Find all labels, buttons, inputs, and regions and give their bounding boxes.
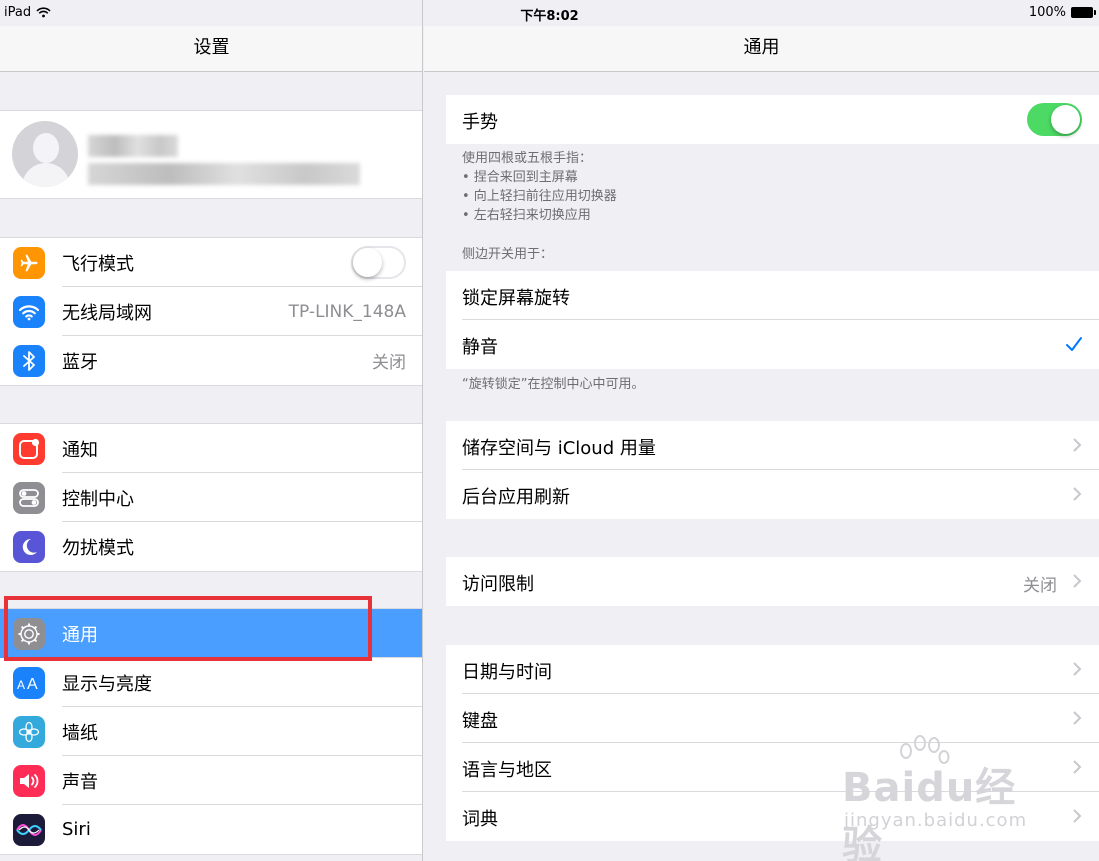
status-time: 下午8:02: [520, 9, 579, 24]
watermark-brand: Baidu经验: [842, 765, 1017, 861]
gesture-footer: 使用四根或五根手指： • 捏合来回到主屏幕 • 向上轻扫前往应用切换器 • 左右…: [462, 151, 617, 223]
chevron-right-icon: [1073, 809, 1082, 823]
sidebar-item-label: 勿扰模式: [62, 537, 134, 559]
sidebar-item-wallpaper[interactable]: 墙纸: [0, 707, 422, 756]
lock-rotation-option[interactable]: 锁定屏幕旋转: [446, 271, 1099, 320]
side-switch-header: 侧边开关用于：: [462, 247, 554, 262]
sidebar-item-label: 无线局域网: [62, 302, 152, 324]
wifi-icon: [13, 296, 45, 328]
profile-email-blurred: [88, 163, 360, 185]
status-bar: iPad 下午8:02 100%: [0, 0, 1099, 26]
chevron-right-icon: [1073, 711, 1082, 725]
airplane-mode-toggle[interactable]: [351, 246, 406, 279]
siri-icon: [13, 814, 45, 846]
gesture-row[interactable]: 手势: [446, 95, 1099, 144]
svg-text:A: A: [27, 676, 38, 693]
sidebar-item-label: 飞行模式: [62, 253, 134, 275]
sidebar-item-control-center[interactable]: 控制中心: [0, 473, 422, 522]
storage-icloud-usage-row[interactable]: 储存空间与 iCloud 用量: [446, 421, 1099, 470]
date-time-row[interactable]: 日期与时间: [446, 645, 1099, 694]
moon-icon: [13, 531, 45, 563]
restrictions-group: 访问限制 关闭: [446, 557, 1099, 606]
battery-percentage: 100%: [1028, 5, 1066, 20]
display-icon: AA: [13, 667, 45, 699]
notifications-group: 通知 控制中心 勿扰模式: [0, 423, 422, 572]
chevron-right-icon: [1073, 662, 1082, 676]
sound-icon: [13, 765, 45, 797]
avatar: [12, 121, 78, 187]
sidebar-item-label: 通知: [62, 439, 98, 461]
checkmark-icon: [1066, 337, 1082, 351]
sidebar-item-notifications[interactable]: 通知: [0, 424, 422, 473]
sidebar-item-label: Siri: [62, 819, 91, 840]
sidebar-item-wifi[interactable]: 无线局域网 TP-LINK_148A: [0, 287, 422, 336]
sidebar-item-label: 蓝牙: [62, 351, 98, 373]
sidebar-item-airplane-mode[interactable]: 飞行模式: [0, 238, 422, 287]
profile-name-blurred: [88, 135, 178, 157]
sidebar-item-siri[interactable]: Siri: [0, 805, 422, 854]
restrictions-row[interactable]: 访问限制 关闭: [446, 557, 1099, 606]
sidebar-item-display-brightness[interactable]: AA 显示与亮度: [0, 658, 422, 707]
baidu-watermark: Baidu经验 jingyan.baidu.com: [842, 735, 1042, 861]
keyboard-row[interactable]: 键盘: [446, 694, 1099, 743]
side-switch-footer: “旋转锁定”在控制中心中可用。: [462, 377, 645, 392]
background-app-refresh-row[interactable]: 后台应用刷新: [446, 470, 1099, 519]
sidebar-item-label: 声音: [62, 771, 98, 793]
gesture-toggle[interactable]: [1027, 103, 1082, 136]
wallpaper-icon: [13, 716, 45, 748]
apple-id-profile[interactable]: [0, 110, 422, 199]
sidebar-item-label: 墙纸: [62, 722, 98, 744]
highlight-annotation-box: [4, 596, 372, 661]
settings-sidebar: 设置 飞行模式 无线局域网 TP-LINK_148A 蓝牙 关闭 通知 控制中心…: [0, 0, 423, 861]
chevron-right-icon: [1073, 487, 1082, 501]
battery-icon: [1071, 7, 1096, 18]
control-center-icon: [13, 482, 45, 514]
mute-option[interactable]: 静音: [446, 320, 1099, 369]
storage-group: 储存空间与 iCloud 用量 后台应用刷新: [446, 421, 1099, 519]
chevron-right-icon: [1073, 574, 1082, 588]
restrictions-value: 关闭: [1023, 576, 1057, 596]
sidebar-item-label: 显示与亮度: [62, 673, 152, 695]
option-label: 静音: [462, 337, 498, 358]
bluetooth-status-value: 关闭: [372, 353, 406, 373]
notifications-icon: [13, 433, 45, 465]
bluetooth-icon: [13, 345, 45, 377]
chevron-right-icon: [1073, 438, 1082, 452]
svg-text:A: A: [17, 678, 25, 692]
side-switch-group: 锁定屏幕旋转 静音: [446, 271, 1099, 369]
sidebar-item-do-not-disturb[interactable]: 勿扰模式: [0, 522, 422, 571]
sidebar-item-bluetooth[interactable]: 蓝牙 关闭: [0, 336, 422, 385]
page-title: 通用: [424, 26, 1099, 72]
airplane-icon: [13, 247, 45, 279]
option-label: 锁定屏幕旋转: [462, 288, 570, 309]
sidebar-item-label: 控制中心: [62, 488, 134, 510]
gesture-group: 手势: [446, 95, 1099, 144]
general-detail-pane: 通用 手势 使用四根或五根手指： • 捏合来回到主屏幕 • 向上轻扫前往应用切换…: [424, 0, 1099, 861]
watermark-url: jingyan.baidu.com: [844, 810, 1028, 831]
chevron-right-icon: [1073, 760, 1082, 774]
connectivity-group: 飞行模式 无线局域网 TP-LINK_148A 蓝牙 关闭: [0, 237, 422, 386]
wifi-network-value: TP-LINK_148A: [288, 301, 406, 322]
sidebar-item-sounds[interactable]: 声音: [0, 756, 422, 805]
gesture-label: 手势: [462, 112, 498, 133]
sidebar-title: 设置: [0, 26, 422, 72]
